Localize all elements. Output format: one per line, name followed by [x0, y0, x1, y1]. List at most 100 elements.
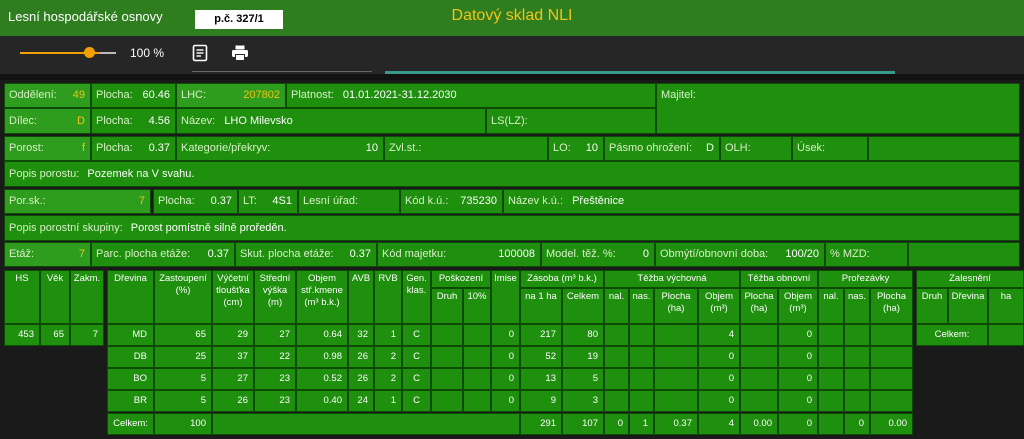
- row-cell-avb: 26: [348, 368, 374, 390]
- row-cell-imise: 0: [491, 390, 520, 412]
- row-cell-drevina: DB: [107, 346, 154, 368]
- row-cell-to-plocha: [740, 324, 778, 346]
- row-cell-druh: [431, 346, 463, 368]
- row-cell-objem: 0.52: [296, 368, 348, 390]
- row7-blank: [908, 242, 1020, 267]
- row-cell-na1ha: 13: [520, 368, 562, 390]
- zvl-field: Zvl.st.:: [384, 136, 548, 161]
- skut-label: Skut. plocha etáže:: [240, 248, 334, 260]
- popis-skupiny-label: Popis porostní skupiny:: [9, 222, 123, 234]
- model-label: Model. těž. %:: [546, 248, 616, 260]
- ls-field: LS(LZ):: [486, 108, 656, 134]
- popis-skupiny-value: Porost pomístně silně proředěn.: [130, 222, 287, 234]
- plocha3-label: Plocha:: [96, 142, 133, 154]
- row-cell-tv-objem: 0: [698, 368, 740, 390]
- row-cell-tv-nal: [604, 368, 629, 390]
- rvb-header: RVB: [374, 270, 402, 324]
- obmyti-label: Obmýtí/obnovní doba:: [660, 248, 769, 260]
- kod-majetku-label: Kód majetku:: [382, 248, 447, 260]
- porost-value: f: [81, 142, 85, 154]
- row-cell-na1ha: 52: [520, 346, 562, 368]
- row-cell-pr-plocha: [870, 346, 913, 368]
- kod-ku-field: Kód k.ú.: 735230: [400, 189, 503, 214]
- row-cell-pr-nas: [844, 368, 870, 390]
- row-cell-ten-pct: [463, 390, 491, 412]
- kod-majetku-field: Kód majetku: 100008: [377, 242, 541, 267]
- usek-label: Úsek:: [797, 142, 826, 154]
- total-celkem: 107: [562, 413, 604, 435]
- porsk-label: Por.sk.:: [9, 195, 46, 207]
- parc-value: 0.37: [207, 248, 229, 260]
- usek-field: Úsek:: [792, 136, 868, 161]
- nazev-value: LHO Milevsko: [224, 115, 293, 127]
- row-cell-vycetni: 37: [212, 346, 254, 368]
- porost-label: Porost:: [9, 142, 44, 154]
- row-cell-to-objem: 0: [778, 368, 818, 390]
- row-cell-druh: [431, 368, 463, 390]
- row-cell-pr-nas: [844, 390, 870, 412]
- kod-ku-label: Kód k.ú.:: [405, 195, 449, 207]
- row-cell-pr-plocha: [870, 390, 913, 412]
- platnost-label: Platnost:: [291, 89, 334, 101]
- olh-field: OLH:: [720, 136, 792, 161]
- row-cell-zastoupeni: 5: [154, 390, 212, 412]
- majitel-label: Majitel:: [661, 89, 696, 101]
- etaz-field: Etáž: 7: [4, 242, 91, 267]
- ten-pct-header: 10%: [463, 288, 491, 324]
- celkem-header: Celkem: [562, 288, 604, 324]
- total-tv-plocha: 0.37: [654, 413, 698, 435]
- objem-header: Objem stř.kmene (m³ b.k.): [296, 270, 348, 324]
- notes-icon[interactable]: [192, 44, 208, 62]
- row-cell-ten-pct: [463, 368, 491, 390]
- porost-field: Porost: f: [4, 136, 91, 161]
- row-cell-rvb: 1: [374, 324, 402, 346]
- dilec-value: D: [77, 115, 85, 127]
- row-cell-to-plocha: [740, 368, 778, 390]
- plocha-field-1: Plocha: 60.46: [91, 83, 176, 108]
- tv-plocha-header: Plocha (ha): [654, 288, 698, 324]
- zoom-slider-thumb[interactable]: [84, 47, 95, 58]
- nazev-ku-field: Název k.ú.: Přeštěnice: [503, 189, 1020, 214]
- hs-header: HS: [4, 270, 40, 324]
- model-value: 0: [642, 248, 649, 260]
- row-cell-rvb: 2: [374, 346, 402, 368]
- oddeleni-field: Oddělení: 49: [4, 83, 91, 108]
- lo-field: LO: 10: [548, 136, 604, 161]
- zal-drevina-header: Dřevina: [948, 288, 988, 324]
- zal-druh-header: Druh: [916, 288, 948, 324]
- skut-field: Skut. plocha etáže: 0.37: [235, 242, 377, 267]
- separator-strip: [0, 74, 1024, 80]
- row-cell-ten-pct: [463, 324, 491, 346]
- row-cell-pr-plocha: [870, 324, 913, 346]
- plocha2-label: Plocha:: [96, 115, 133, 127]
- row-cell-tv-nas: [629, 324, 654, 346]
- olh-label: OLH:: [725, 142, 751, 154]
- lhc-label: LHC:: [181, 89, 207, 101]
- row-cell-imise: 0: [491, 368, 520, 390]
- to-objem-header: Objem (m³): [778, 288, 818, 324]
- zasoba-header: Zásoba (m³ b.k.): [520, 270, 604, 288]
- row-cell-to-plocha: [740, 390, 778, 412]
- obmyti-field: Obmýtí/obnovní doba: 100/20: [655, 242, 825, 267]
- zastoupeni-header: Zastoupení (%): [154, 270, 212, 324]
- print-icon[interactable]: [231, 44, 249, 62]
- dilec-field: Dílec: D: [4, 108, 91, 134]
- platnost-field: Platnost: 01.01.2021-31.12.2030: [286, 83, 656, 108]
- na1ha-header: na 1 ha: [520, 288, 562, 324]
- plocha3-value: 0.37: [148, 142, 170, 154]
- pr-plocha-header: Plocha (ha): [870, 288, 913, 324]
- stredni-header: Střední výška (m): [254, 270, 296, 324]
- row-cell-tv-nas: [629, 346, 654, 368]
- mzd-label: % MZD:: [830, 248, 870, 260]
- pr-nas-header: nas.: [844, 288, 870, 324]
- row-cell-stredni: 22: [254, 346, 296, 368]
- row-cell-avb: 32: [348, 324, 374, 346]
- tezba-obnovni-header: Těžba obnovní: [740, 270, 818, 288]
- row-cell-pr-nal: [818, 368, 844, 390]
- row-cell-tv-plocha: [654, 346, 698, 368]
- hs-value: 453: [4, 324, 40, 346]
- lo-label: LO:: [553, 142, 571, 154]
- zalesneni-header: Zalesnění: [916, 270, 1024, 288]
- row-cell-rvb: 2: [374, 368, 402, 390]
- row-cell-tv-objem: 0: [698, 390, 740, 412]
